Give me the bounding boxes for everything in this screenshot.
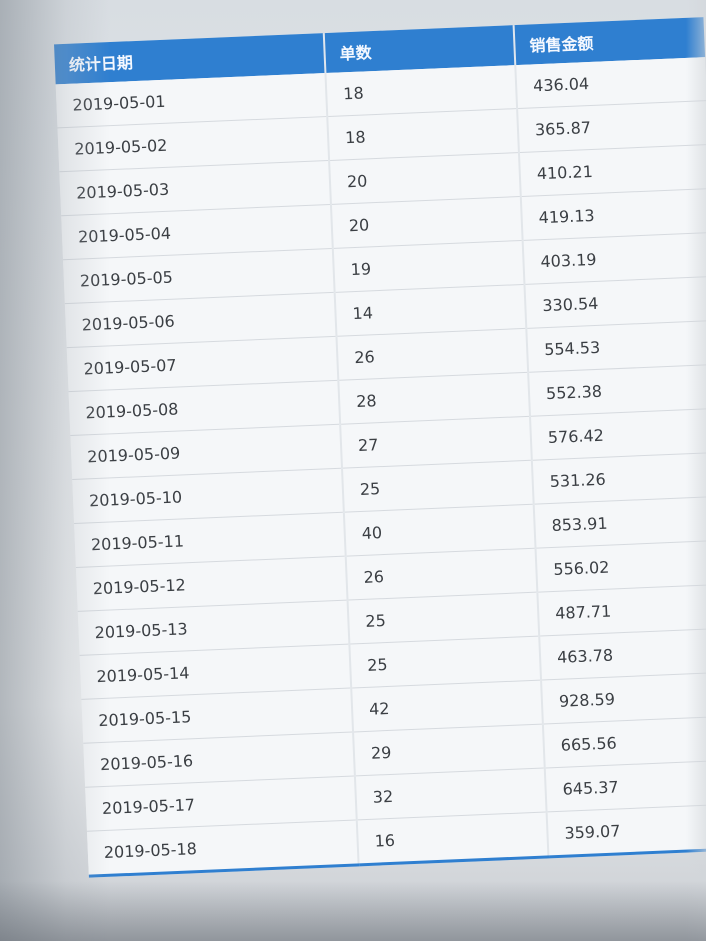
count-cell: 28 [338, 372, 530, 425]
amount-cell: 487.71 [537, 584, 706, 637]
count-cell: 20 [329, 152, 521, 205]
amount-cell: 853.91 [533, 496, 706, 549]
amount-cell: 576.42 [529, 408, 706, 461]
stats-panel: 统计日期 单数 销售金额 2019-05-01 18 436.04 2019-05-… [19, 0, 706, 883]
count-cell: 25 [349, 636, 542, 689]
count-cell: 14 [334, 284, 527, 337]
amount-cell: 552.38 [528, 364, 706, 417]
count-cell: 20 [330, 196, 523, 249]
count-cell: 29 [353, 724, 545, 776]
amount-cell: 645.37 [544, 760, 706, 812]
amount-cell: 403.19 [522, 232, 706, 285]
amount-cell: 665.56 [542, 716, 706, 768]
amount-cell: 365.87 [517, 100, 706, 153]
count-cell: 25 [342, 460, 534, 513]
amount-cell: 554.53 [526, 320, 706, 373]
table-body: 2019-05-01 18 436.04 2019-05-02 18 365.87 20… [55, 57, 706, 877]
count-cell: 16 [356, 811, 549, 865]
amount-cell: 928.59 [541, 672, 706, 725]
count-cell: 32 [354, 767, 547, 820]
amount-cell: 419.13 [520, 188, 706, 241]
count-cell: 18 [327, 108, 519, 161]
count-cell: 26 [345, 548, 538, 601]
amount-cell: 531.26 [531, 452, 706, 505]
amount-cell: 556.02 [535, 540, 706, 593]
sales-stats-table: 统计日期 单数 销售金额 2019-05-01 18 436.04 2019-05-… [54, 17, 706, 878]
screen: 统计日期 单数 销售金额 2019-05-01 18 436.04 2019-05-… [0, 0, 706, 941]
amount-cell: 359.07 [546, 803, 706, 857]
amount-cell: 330.54 [524, 276, 706, 329]
amount-cell: 463.78 [539, 628, 706, 681]
bottom-screen-shadow [0, 881, 706, 941]
amount-cell: 410.21 [518, 144, 706, 197]
